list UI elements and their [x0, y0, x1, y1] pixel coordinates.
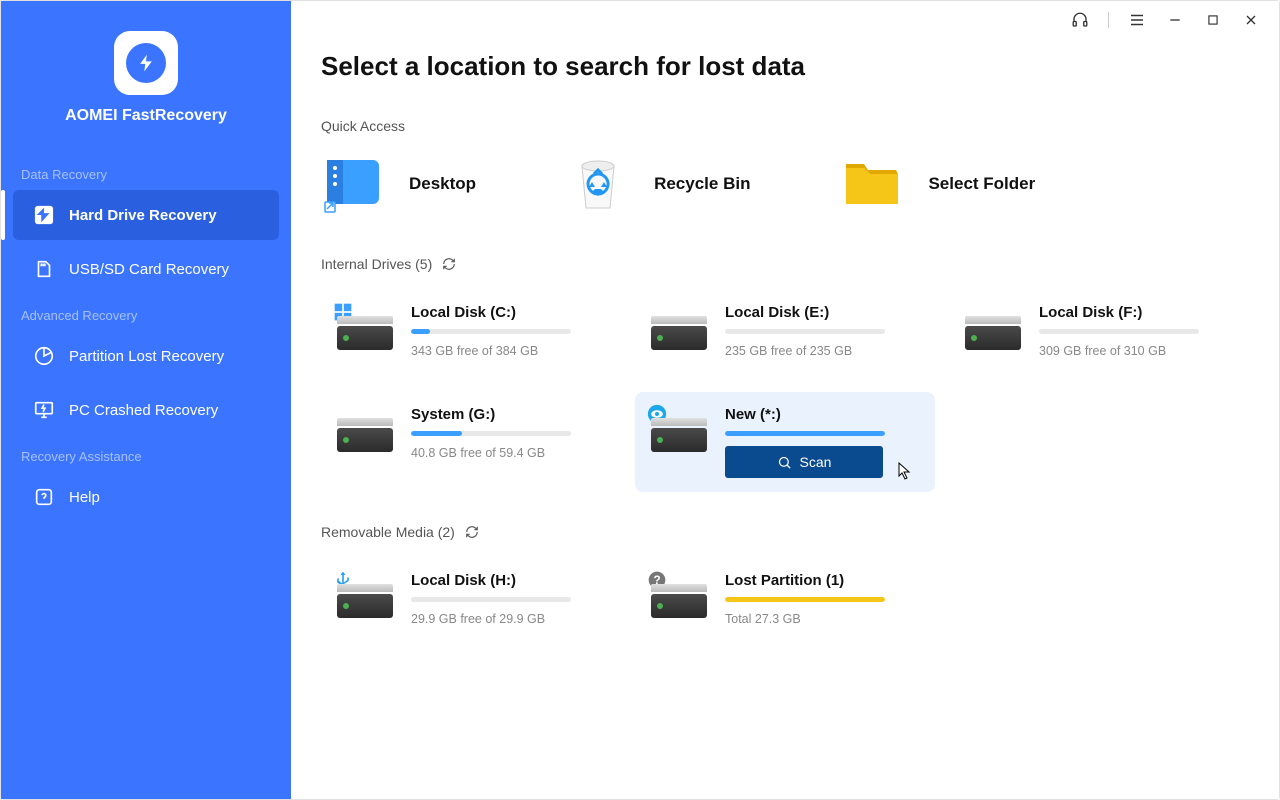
quick-access-desktop[interactable]: Desktop [321, 152, 476, 216]
drive-name: System (G:) [411, 406, 605, 423]
app-window: AOMEI FastRecovery Data Recovery Hard Dr… [0, 0, 1280, 800]
hdd-icon [651, 410, 707, 452]
recycle-bin-icon [566, 152, 630, 216]
sidebar-item-partition-lost[interactable]: Partition Lost Recovery [13, 331, 279, 381]
usage-bar [1039, 329, 1199, 334]
drive-name: Lost Partition (1) [725, 572, 919, 589]
hdd-icon [651, 308, 707, 350]
usage-bar [725, 597, 885, 602]
sidebar-item-label: USB/SD Card Recovery [69, 261, 229, 278]
quick-access-label: Quick Access [321, 118, 1249, 134]
drive-name: New (*:) [725, 406, 919, 423]
folder-icon [840, 152, 904, 216]
drive-free: 29.9 GB free of 29.9 GB [411, 612, 605, 626]
drive-local-c[interactable]: Local Disk (C:) 343 GB free of 384 GB [321, 290, 621, 372]
refresh-icon[interactable] [465, 525, 479, 539]
hdd-icon [337, 308, 393, 350]
maximize-icon[interactable] [1203, 10, 1223, 30]
sidebar-item-usb-sd-recovery[interactable]: USB/SD Card Recovery [13, 244, 279, 294]
page-title: Select a location to search for lost dat… [321, 51, 1249, 82]
quick-access-select-folder[interactable]: Select Folder [840, 152, 1035, 216]
partition-icon [33, 345, 55, 367]
monitor-bolt-icon [33, 399, 55, 421]
usage-bar [411, 431, 571, 436]
help-icon [33, 486, 55, 508]
removable-media-grid: Local Disk (H:) 29.9 GB free of 29.9 GB … [321, 558, 1249, 640]
drive-name: Local Disk (H:) [411, 572, 605, 589]
quick-access-label: Desktop [409, 174, 476, 194]
usage-bar [725, 329, 885, 334]
drive-local-e[interactable]: Local Disk (E:) 235 GB free of 235 GB [635, 290, 935, 372]
sidebar-section-label: Advanced Recovery [1, 296, 291, 329]
drive-system-g[interactable]: System (G:) 40.8 GB free of 59.4 GB [321, 392, 621, 492]
sidebar-item-help[interactable]: Help [13, 472, 279, 522]
drive-lost-partition[interactable]: ? Lost Partition (1) Total 27.3 GB [635, 558, 935, 640]
internal-drives-grid: Local Disk (C:) 343 GB free of 384 GB Lo… [321, 290, 1249, 492]
scan-button-label: Scan [800, 454, 832, 470]
scan-button[interactable]: Scan [725, 446, 883, 478]
sidebar-section-label: Data Recovery [1, 155, 291, 188]
hdd-icon: ? [651, 576, 707, 618]
drive-free: Total 27.3 GB [725, 612, 919, 626]
titlebar [291, 1, 1279, 39]
drive-local-f[interactable]: Local Disk (F:) 309 GB free of 310 GB [949, 290, 1249, 372]
drive-local-h[interactable]: Local Disk (H:) 29.9 GB free of 29.9 GB [321, 558, 621, 640]
drive-name: Local Disk (E:) [725, 304, 919, 321]
usage-bar [411, 597, 571, 602]
sidebar-item-label: Hard Drive Recovery [69, 207, 217, 224]
app-logo-icon [114, 31, 178, 95]
minimize-icon[interactable] [1165, 10, 1185, 30]
sidebar: AOMEI FastRecovery Data Recovery Hard Dr… [1, 1, 291, 799]
usage-bar [411, 329, 571, 334]
drive-free: 343 GB free of 384 GB [411, 344, 605, 358]
removable-media-label: Removable Media (2) [321, 524, 1249, 540]
drive-free: 40.8 GB free of 59.4 GB [411, 446, 605, 460]
main-content: Select a location to search for lost dat… [291, 1, 1279, 799]
usage-bar [725, 431, 885, 436]
menu-icon[interactable] [1127, 10, 1147, 30]
drive-free: 235 GB free of 235 GB [725, 344, 919, 358]
hdd-icon [965, 308, 1021, 350]
internal-drives-label: Internal Drives (5) [321, 256, 1249, 272]
sidebar-item-label: Partition Lost Recovery [69, 348, 224, 365]
app-name: AOMEI FastRecovery [65, 107, 227, 125]
hard-drive-icon [33, 204, 55, 226]
sd-card-icon [33, 258, 55, 280]
close-icon[interactable] [1241, 10, 1261, 30]
desktop-icon [321, 152, 385, 216]
quick-access-label: Select Folder [928, 174, 1035, 194]
hdd-icon [337, 410, 393, 452]
titlebar-separator [1108, 12, 1109, 28]
drive-name: Local Disk (C:) [411, 304, 605, 321]
sidebar-item-label: PC Crashed Recovery [69, 402, 218, 419]
sidebar-item-label: Help [69, 489, 100, 506]
app-logo: AOMEI FastRecovery [1, 31, 291, 125]
drive-free: 309 GB free of 310 GB [1039, 344, 1233, 358]
refresh-icon[interactable] [442, 257, 456, 271]
sidebar-section-label: Recovery Assistance [1, 437, 291, 470]
headset-icon[interactable] [1070, 10, 1090, 30]
hdd-icon [337, 576, 393, 618]
drive-name: Local Disk (F:) [1039, 304, 1233, 321]
sidebar-item-hard-drive-recovery[interactable]: Hard Drive Recovery [13, 190, 279, 240]
drive-new[interactable]: New (*:) Scan [635, 392, 935, 492]
quick-access-label: Recycle Bin [654, 174, 750, 194]
sidebar-item-pc-crashed[interactable]: PC Crashed Recovery [13, 385, 279, 435]
quick-access-recycle-bin[interactable]: Recycle Bin [566, 152, 750, 216]
quick-access-row: Desktop Recycle Bin Select Folder [321, 152, 1249, 216]
